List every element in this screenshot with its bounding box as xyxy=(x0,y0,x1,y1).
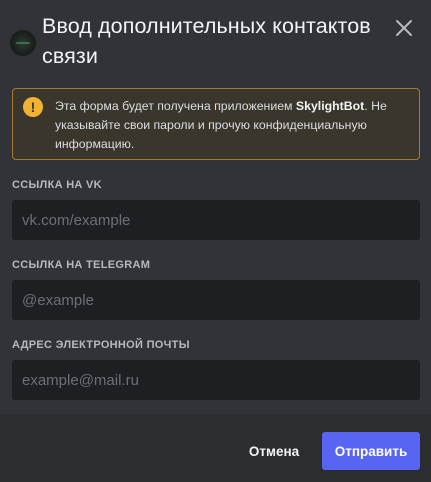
vk-link-input[interactable] xyxy=(12,200,420,240)
warning-notice: ! Эта форма будет получена приложением S… xyxy=(12,88,420,160)
submit-button[interactable]: Отправить xyxy=(322,432,420,470)
close-icon xyxy=(396,20,412,36)
telegram-link-input[interactable] xyxy=(12,280,420,320)
close-button[interactable] xyxy=(393,17,415,39)
vk-link-label: ССЫЛКА НА VK xyxy=(12,179,102,191)
app-name: SkylightBot xyxy=(295,99,365,113)
app-avatar xyxy=(10,30,36,56)
exclamation-icon: ! xyxy=(23,97,43,117)
telegram-link-label: ССЫЛКА НА TELEGRAM xyxy=(12,259,151,271)
modal-footer: Отмена Отправить xyxy=(0,414,431,482)
email-input[interactable] xyxy=(12,360,420,400)
cancel-button[interactable]: Отмена xyxy=(238,432,310,470)
email-label: АДРЕС ЭЛЕКТРОННОЙ ПОЧТЫ xyxy=(12,339,190,351)
modal-dialog: Ввод дополнительных контактов связи ! Эт… xyxy=(0,0,431,482)
modal-title: Ввод дополнительных контактов связи xyxy=(42,14,371,68)
modal-header: Ввод дополнительных контактов связи xyxy=(0,0,431,80)
warning-text: Эта форма будет получена приложением Sky… xyxy=(55,99,387,151)
